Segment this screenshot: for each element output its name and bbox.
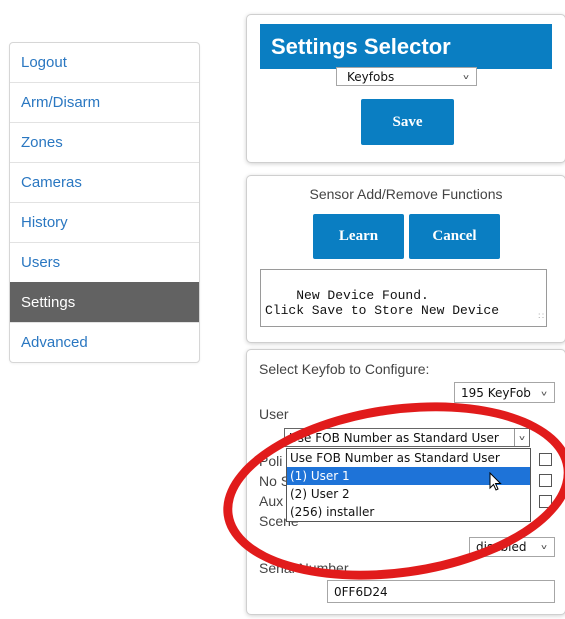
sidebar-item-users[interactable]: Users <box>10 242 199 282</box>
no-siren-checkbox[interactable] <box>539 474 552 487</box>
scene-select[interactable]: disabled ∨ <box>469 537 555 557</box>
sidebar-item-cameras[interactable]: Cameras <box>10 162 199 202</box>
settings-type-value: Keyfobs <box>347 70 395 84</box>
policy-checkbox[interactable] <box>539 453 552 466</box>
serial-number-value: 0FF6D24 <box>334 585 388 599</box>
sidebar-item-settings[interactable]: Settings <box>10 282 199 322</box>
serial-number-field[interactable]: 0FF6D24 <box>327 580 555 603</box>
settings-selector-panel: Settings Selector Keyfobs ∨ Save <box>246 14 565 163</box>
user-select[interactable]: Use FOB Number as Standard User ∨ <box>284 428 530 447</box>
learn-button[interactable]: Learn <box>313 214 404 259</box>
chevron-down-icon: ∨ <box>539 542 548 551</box>
resize-grip-icon[interactable]: ∷ <box>538 310 544 325</box>
sidebar-item-history[interactable]: History <box>10 202 199 242</box>
select-keyfob-label: Select Keyfob to Configure: <box>259 361 430 377</box>
aux-checkbox[interactable] <box>539 495 552 508</box>
chevron-down-icon: ∨ <box>517 433 526 442</box>
sensor-functions-heading: Sensor Add/Remove Functions <box>309 186 503 202</box>
user-option-standard[interactable]: Use FOB Number as Standard User <box>287 449 530 467</box>
mouse-pointer-icon <box>489 472 502 491</box>
chevron-down-icon: ∨ <box>539 389 548 398</box>
settings-selector-title: Settings Selector <box>260 24 552 69</box>
cancel-button[interactable]: Cancel <box>409 214 500 259</box>
keyfob-select[interactable]: 195 KeyFob ∨ <box>454 382 555 403</box>
user-select-value: Use FOB Number as Standard User <box>289 431 499 445</box>
device-status-textarea[interactable]: New Device Found. Click Save to Store Ne… <box>260 269 547 327</box>
sensor-functions-panel: Sensor Add/Remove Functions Learn Cancel… <box>246 175 565 343</box>
sidebar-item-logout[interactable]: Logout <box>10 43 199 82</box>
sidebar-item-advanced[interactable]: Advanced <box>10 322 199 362</box>
sidebar-item-arm-disarm[interactable]: Arm/Disarm <box>10 82 199 122</box>
settings-type-select[interactable]: Keyfobs ∨ <box>336 67 477 86</box>
user-label: User <box>259 406 289 422</box>
keyfob-select-value: 195 KeyFob <box>461 386 531 400</box>
user-option-installer[interactable]: (256) installer <box>287 503 530 521</box>
user-select-chevron-box: ∨ <box>514 429 529 446</box>
policy-label: Poli <box>259 453 283 469</box>
scene-select-value: disabled <box>476 540 527 554</box>
device-status-text: New Device Found. Click Save to Store Ne… <box>265 288 500 318</box>
chevron-down-icon: ∨ <box>461 72 470 81</box>
sidebar-nav: Logout Arm/Disarm Zones Cameras History … <box>9 42 200 363</box>
sidebar-item-zones[interactable]: Zones <box>10 122 199 162</box>
save-button[interactable]: Save <box>361 99 454 145</box>
aux-label: Aux <box>259 493 284 509</box>
serial-number-label: Serial Number <box>259 560 349 576</box>
